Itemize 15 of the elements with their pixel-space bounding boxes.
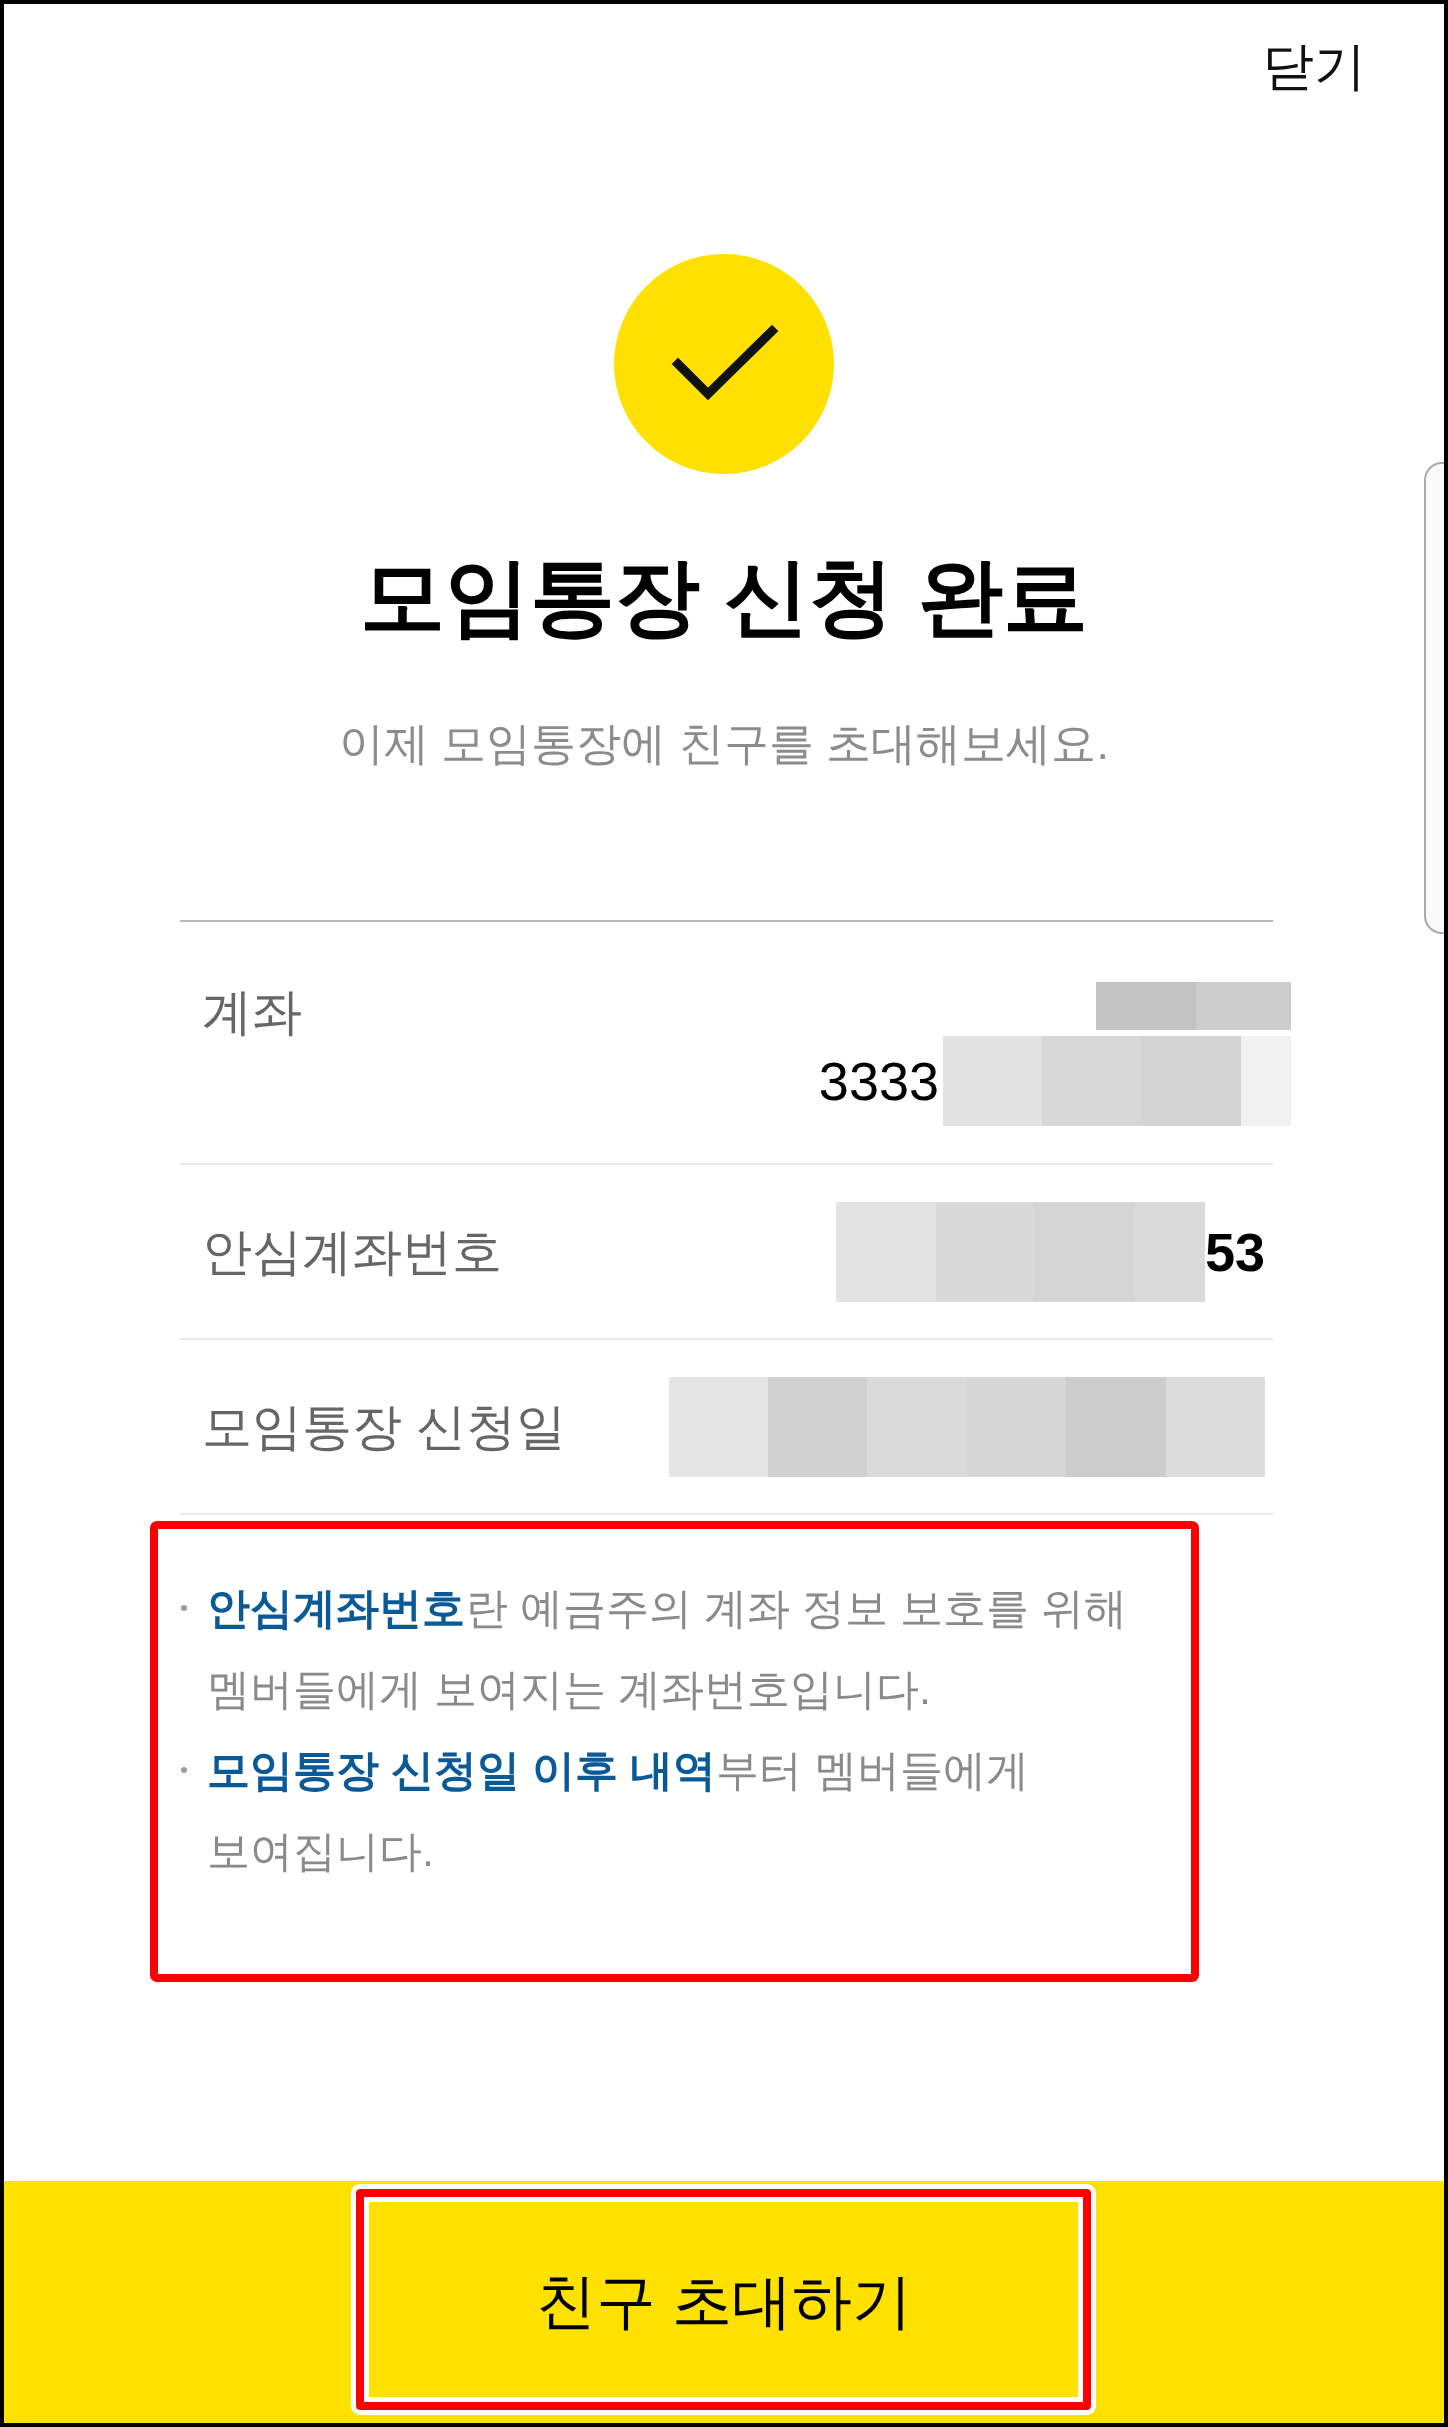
subtitle: 이제 모임통장에 친구를 초대해보세요. <box>339 717 1109 771</box>
bullet-dot-icon <box>181 1767 187 1773</box>
detail-label: 안심계좌번호 <box>202 1222 502 1282</box>
check-icon <box>614 254 834 474</box>
detail-label: 모임통장 신청일 <box>202 1397 566 1457</box>
bullet-dot-icon <box>181 1605 187 1611</box>
note-text: 안심계좌번호란 예금주의 계좌 정보 보호를 위해 멤버들에게 보여지는 계좌번호입니다. <box>207 1583 1128 1715</box>
invite-friends-button[interactable]: 친구 초대하기 <box>4 2181 1444 2423</box>
close-button[interactable]: 닫기 <box>1262 35 1366 97</box>
success-title: 모임통장 신청 완료 <box>360 548 1088 646</box>
value-text: 53 <box>1204 1220 1265 1284</box>
detail-label: 계좌 <box>202 983 302 1042</box>
value-text: 3333 <box>818 1050 939 1113</box>
note-text: 모임통장 신청일 이후 내역부터 멤버들에게 보여집니다. <box>207 1745 1030 1877</box>
edge-panel-handle[interactable] <box>1424 462 1444 934</box>
